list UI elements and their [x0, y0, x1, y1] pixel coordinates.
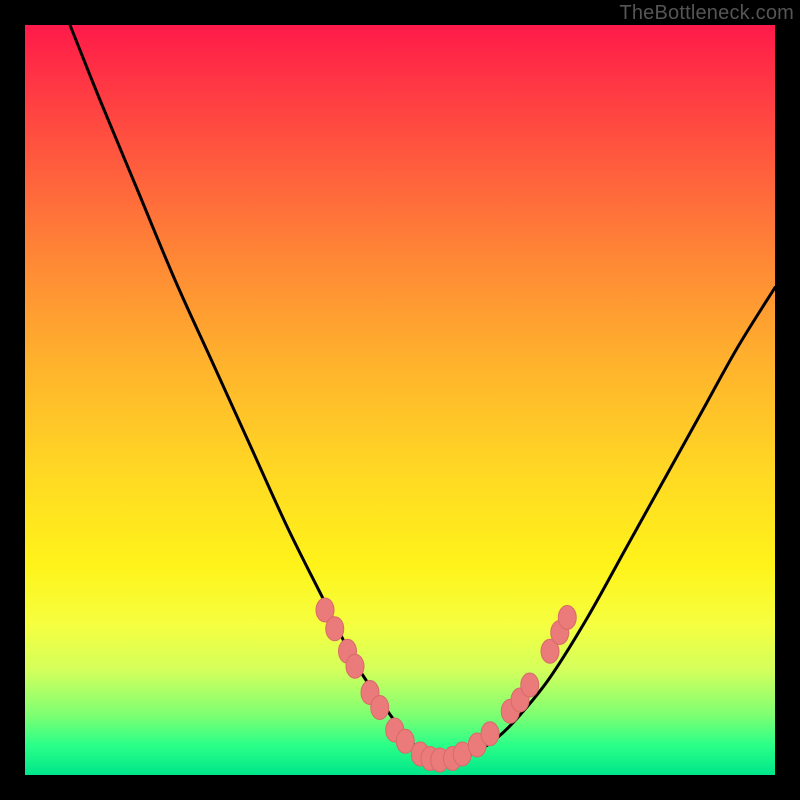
curve-marker [326, 617, 344, 641]
curve-marker [558, 606, 576, 630]
curve-markers [316, 598, 576, 772]
curve-marker [346, 654, 364, 678]
chart-svg [25, 25, 775, 775]
bottleneck-curve [70, 25, 775, 761]
chart-plot-area [25, 25, 775, 775]
curve-marker [481, 722, 499, 746]
curve-marker [371, 696, 389, 720]
curve-marker [521, 673, 539, 697]
watermark-text: TheBottleneck.com [619, 2, 794, 25]
